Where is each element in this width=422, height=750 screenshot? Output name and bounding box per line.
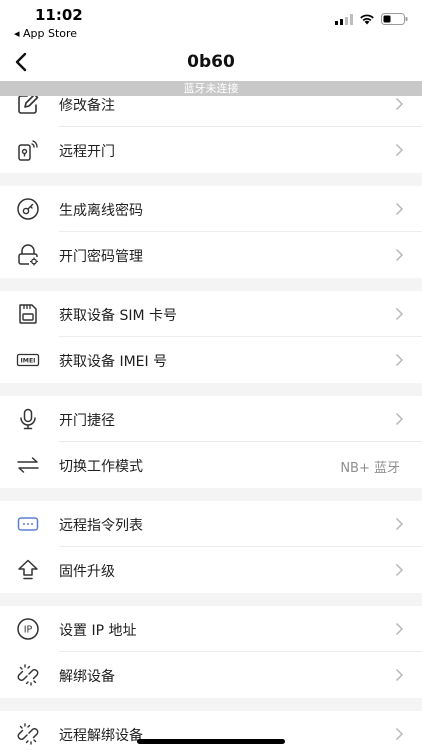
section-gap [0,593,422,606]
back-to-app-store[interactable]: ◂ App Store [14,27,77,40]
door-password-management-label: 开门密码管理 [59,249,143,265]
chevron-right-icon [395,517,404,531]
ip-icon-text: IP [24,625,33,636]
chevron-right-icon [395,307,404,321]
current-work-mode-value: NB+ 蓝牙 [340,461,400,476]
chevron-right-icon [395,622,404,636]
status-icons [335,13,408,25]
sim-card-icon [19,304,37,324]
list-item-open-shortcut[interactable]: 开门捷径 [0,396,422,442]
firmware-upgrade-label: 固件升级 [59,564,115,580]
remote-door-icon [18,140,38,161]
list-item-get-imei[interactable]: IMEI 获取设备 IMEI 号 [0,337,422,383]
command-list-icon [17,517,39,531]
chevron-right-icon [395,412,404,426]
wifi-icon [360,14,374,25]
upgrade-arrow-icon [18,559,38,580]
chevron-right-icon [395,353,404,367]
nav-bar: 0b60 [0,44,422,82]
settings-list: 修改备注 远程开门 生成离线密码 开门密码管理 获取设备 SIM 卡号 IMEI… [0,81,422,750]
remote-command-list-label: 远程指令列表 [59,518,143,534]
list-item-firmware-upgrade[interactable]: 固件升级 [0,547,422,593]
get-imei-label: 获取设备 IMEI 号 [59,354,168,370]
battery-icon [381,13,408,25]
chevron-right-icon [395,97,404,111]
chevron-right-icon [395,143,404,157]
generate-offline-password-label: 生成离线密码 [59,203,143,219]
list-item-generate-offline-password[interactable]: 生成离线密码 [0,186,422,232]
status-time: 11:02 [35,6,83,24]
section-gap [0,173,422,186]
page-title: 0b60 [187,52,235,72]
remote-open-label: 远程开门 [59,144,115,160]
list-item-get-sim-number[interactable]: 获取设备 SIM 卡号 [0,291,422,337]
ip-icon: IP [17,618,39,640]
imei-icon: IMEI [16,353,40,367]
list-item-switch-work-mode[interactable]: 切换工作模式 NB+ 蓝牙 [0,442,422,488]
open-shortcut-label: 开门捷径 [59,413,115,429]
bluetooth-status-banner: 蓝牙未连接 [0,81,422,96]
chevron-right-icon [395,668,404,682]
chevron-right-icon [395,563,404,577]
edit-note-label: 修改备注 [59,98,115,114]
section-gap [0,383,422,396]
switch-arrows-icon [17,457,39,473]
microphone-icon [20,408,36,430]
remote-unbind-device-label: 远程解绑设备 [59,728,143,744]
key-icon [17,198,39,220]
list-item-door-password-management[interactable]: 开门密码管理 [0,232,422,278]
section-gap [0,488,422,501]
list-item-set-ip-address[interactable]: IP 设置 IP 地址 [0,606,422,652]
signal-icon [335,13,353,25]
set-ip-address-label: 设置 IP 地址 [59,623,137,639]
chevron-right-icon [395,202,404,216]
section-gap [0,278,422,291]
list-item-remote-unbind-device[interactable]: 远程解绑设备 [0,711,422,750]
unbind-device-label: 解绑设备 [59,669,115,685]
section-gap [0,698,422,711]
switch-work-mode-label: 切换工作模式 [59,459,143,475]
unlink-icon [17,723,39,745]
list-item-unbind-device[interactable]: 解绑设备 [0,652,422,698]
unlink-icon [17,664,39,686]
imei-icon-text: IMEI [21,358,36,365]
list-item-remote-open[interactable]: 远程开门 [0,127,422,173]
get-sim-number-label: 获取设备 SIM 卡号 [59,308,177,324]
chevron-right-icon [395,248,404,262]
chevron-right-icon [395,727,404,741]
status-bar: 11:02 ◂ App Store [0,0,422,44]
home-indicator[interactable] [137,739,285,744]
list-item-remote-command-list[interactable]: 远程指令列表 [0,501,422,547]
lock-settings-icon [18,244,38,266]
